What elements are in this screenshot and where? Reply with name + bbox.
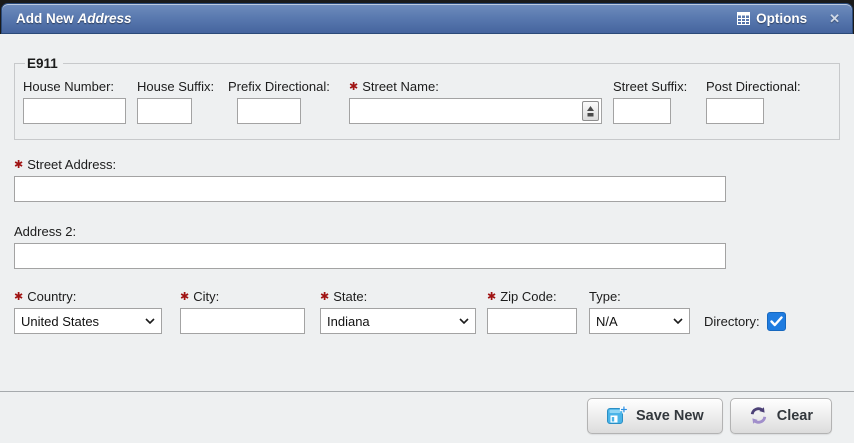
state-value: Indiana	[327, 314, 455, 329]
required-marker: ✱	[349, 81, 358, 93]
street-suffix-input[interactable]	[613, 98, 671, 124]
required-marker: ✱	[320, 291, 329, 303]
close-icon[interactable]: ✕	[829, 12, 840, 25]
prefix-directional-input[interactable]	[237, 98, 301, 124]
required-marker: ✱	[14, 291, 23, 303]
street-name-lookup-icon[interactable]	[582, 101, 599, 121]
required-marker: ✱	[180, 291, 189, 303]
options-button[interactable]: Options	[737, 11, 807, 26]
required-marker: ✱	[487, 291, 496, 303]
e911-row: House Number: House Suffix: Prefix Direc…	[23, 79, 831, 124]
save-new-button[interactable]: Save New	[587, 398, 723, 434]
address2-input[interactable]	[14, 243, 726, 269]
e911-legend: E911	[25, 56, 63, 71]
post-directional-label: Post Directional:	[706, 79, 804, 94]
chevron-down-icon	[459, 318, 469, 324]
zip-code-field: ✱Zip Code:	[487, 289, 577, 334]
street-suffix-field: Street Suffix:	[613, 79, 695, 124]
type-value: N/A	[596, 314, 669, 329]
house-number-label: House Number:	[23, 79, 126, 94]
house-number-field: House Number:	[23, 79, 126, 124]
chevron-down-icon	[673, 318, 683, 324]
house-suffix-field: House Suffix:	[137, 79, 217, 124]
street-address-label: ✱Street Address:	[14, 157, 840, 172]
type-field: Type: N/A	[589, 289, 690, 334]
city-field: ✱City:	[180, 289, 305, 334]
locale-row: ✱Country: United States ✱City: ✱State: I…	[14, 289, 840, 334]
e911-fieldset: E911 House Number: House Suffix: Prefix …	[14, 56, 840, 140]
street-name-combobox	[349, 98, 602, 124]
chevron-down-icon	[145, 318, 155, 324]
country-label: ✱Country:	[14, 289, 164, 304]
country-select[interactable]: United States	[14, 308, 162, 334]
country-value: United States	[21, 314, 141, 329]
zip-code-input[interactable]	[487, 308, 577, 334]
dialog-title-prefix: Add New	[16, 11, 74, 26]
post-directional-input[interactable]	[706, 98, 764, 124]
house-number-input[interactable]	[23, 98, 126, 124]
clear-button[interactable]: Clear	[730, 398, 832, 434]
street-address-field: ✱Street Address:	[14, 157, 840, 202]
zip-code-label: ✱Zip Code:	[487, 289, 577, 304]
city-label: ✱City:	[180, 289, 305, 304]
city-input[interactable]	[180, 308, 305, 334]
street-name-field: ✱Street Name:	[349, 79, 602, 124]
dialog-body: E911 House Number: House Suffix: Prefix …	[0, 34, 854, 391]
street-suffix-label: Street Suffix:	[613, 79, 695, 94]
dialog-footer: Save New Clear	[0, 391, 854, 443]
post-directional-field: Post Directional:	[706, 79, 804, 124]
type-select[interactable]: N/A	[589, 308, 690, 334]
directory-field: Directory:	[704, 312, 786, 331]
prefix-directional-label: Prefix Directional:	[228, 79, 338, 94]
house-suffix-input[interactable]	[137, 98, 192, 124]
options-label: Options	[756, 11, 807, 26]
street-address-input[interactable]	[14, 176, 726, 202]
street-name-input[interactable]	[349, 98, 602, 124]
house-suffix-label: House Suffix:	[137, 79, 217, 94]
state-label: ✱State:	[320, 289, 478, 304]
state-select[interactable]: Indiana	[320, 308, 476, 334]
refresh-icon	[749, 406, 768, 425]
address2-label: Address 2:	[14, 224, 840, 239]
dialog-title-emphasis: Address	[78, 11, 132, 26]
options-grid-icon	[737, 12, 750, 25]
prefix-directional-field: Prefix Directional:	[228, 79, 338, 124]
directory-label: Directory:	[704, 314, 760, 329]
street-name-label: ✱Street Name:	[349, 79, 602, 94]
address2-field: Address 2:	[14, 224, 840, 269]
save-new-label: Save New	[636, 408, 704, 424]
country-field: ✱Country: United States	[14, 289, 164, 334]
save-icon	[606, 405, 627, 426]
dialog-title: Add New Address	[16, 11, 132, 26]
dialog-titlebar: Add New Address Options ✕	[1, 3, 853, 34]
directory-checkbox[interactable]	[767, 312, 786, 331]
required-marker: ✱	[14, 159, 23, 171]
state-field: ✱State: Indiana	[320, 289, 478, 334]
type-label: Type:	[589, 289, 690, 304]
clear-label: Clear	[777, 408, 813, 424]
